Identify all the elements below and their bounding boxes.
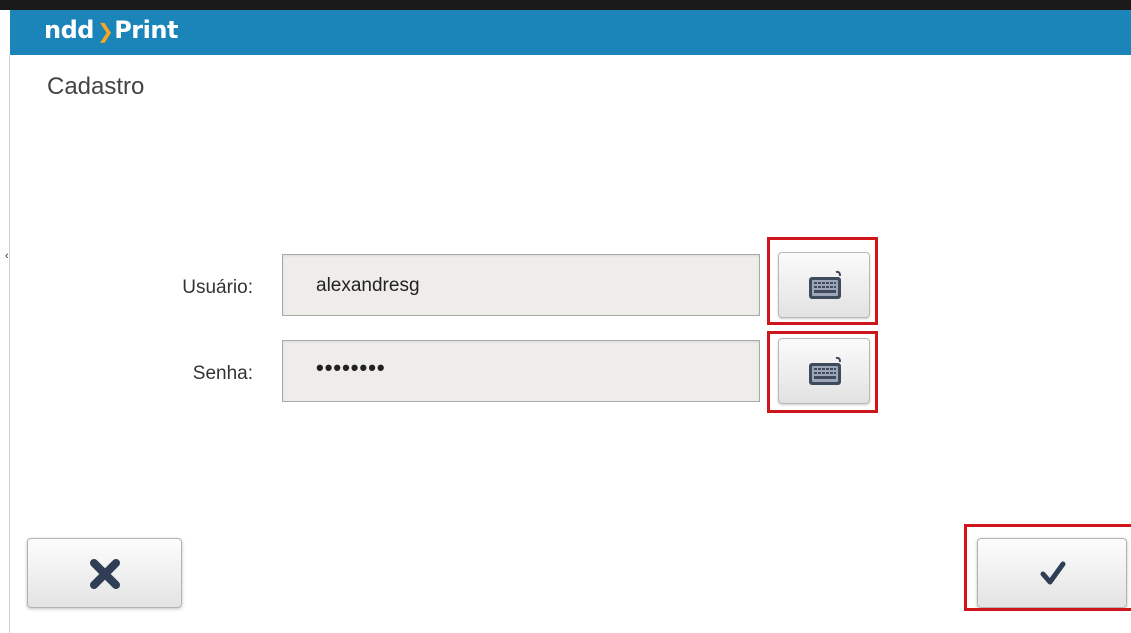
brand-logo: ndd ❯Print (44, 16, 178, 44)
cancel-button[interactable] (27, 538, 182, 608)
user-label: Usuário: (182, 277, 253, 298)
confirm-button[interactable] (977, 538, 1127, 608)
close-icon (90, 559, 120, 589)
keyboard-icon (809, 356, 841, 385)
top-border (0, 0, 1131, 10)
user-field[interactable]: alexandresg (282, 254, 760, 316)
page-title: Cadastro (47, 73, 145, 100)
app-header: ndd ❯Print (10, 10, 1131, 55)
check-icon (1040, 561, 1066, 585)
password-keyboard-button[interactable] (778, 338, 870, 404)
brand-text-right: Print (114, 16, 178, 44)
brand-chevron-icon: ❯ (96, 19, 114, 43)
user-field-value: alexandresg (316, 275, 420, 296)
user-keyboard-button[interactable] (778, 252, 870, 318)
password-label: Senha: (192, 363, 253, 384)
keyboard-icon (809, 270, 841, 299)
left-divider (9, 55, 10, 633)
password-field[interactable]: •••••••• (282, 340, 760, 402)
brand-text-left: ndd (44, 16, 94, 44)
password-field-value: •••••••• (316, 355, 386, 380)
collapse-arrow-icon[interactable]: ‹ (5, 250, 9, 262)
